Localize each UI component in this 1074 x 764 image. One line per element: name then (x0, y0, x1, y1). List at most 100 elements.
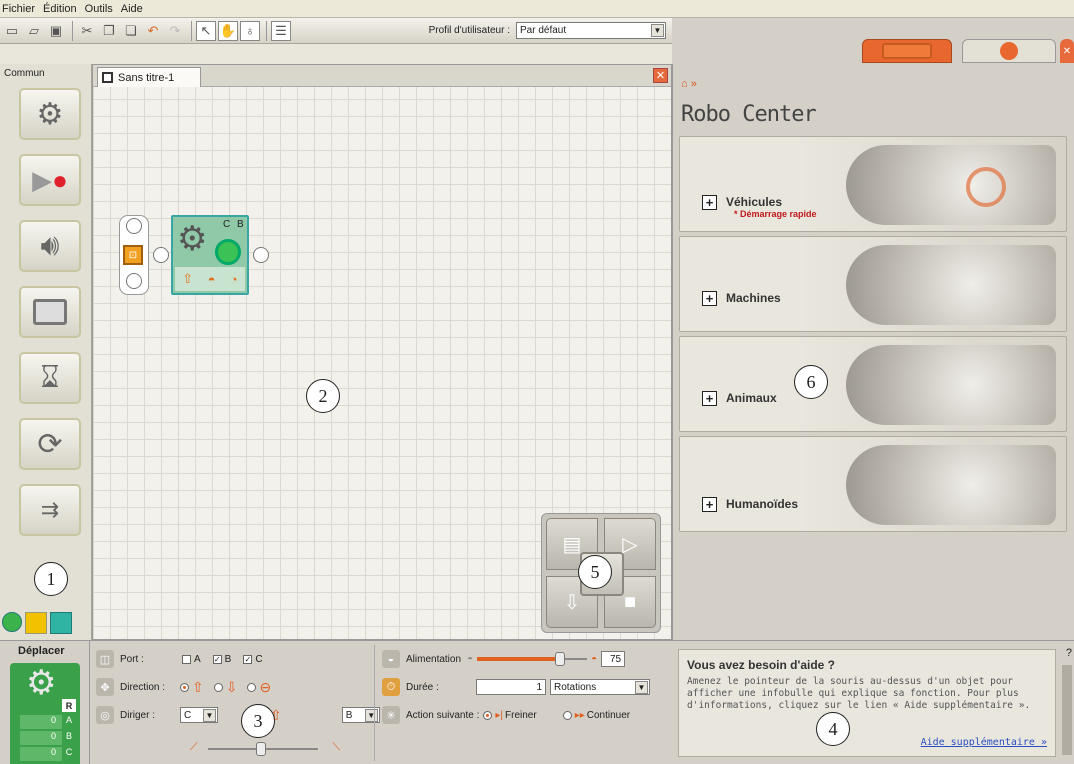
beam-ring-bottom (126, 273, 142, 289)
duration-unit-select[interactable]: Rotations ▼ (550, 679, 650, 695)
wait-block-button[interactable]: ⌛︎ (19, 352, 81, 404)
callout-4: 4 (816, 712, 850, 746)
quick-start-link[interactable]: * Démarrage rapide (734, 209, 817, 219)
power-high-icon: ◓ (591, 653, 598, 665)
chevron-down-icon[interactable]: ▼ (635, 681, 648, 694)
power-value-field[interactable]: 75 (601, 651, 626, 667)
menu-edition[interactable]: Édition (43, 3, 77, 15)
brake-radio[interactable] (483, 710, 493, 720)
robo-center-tab[interactable] (862, 39, 952, 63)
save-icon[interactable]: ▣ (46, 21, 66, 41)
complete-palette-tab[interactable] (25, 612, 47, 634)
paste-icon[interactable]: ❏ (121, 21, 141, 41)
display-block-button[interactable] (19, 286, 81, 338)
next-action-label: Action suivante : (406, 709, 480, 721)
close-program-button[interactable]: ✕ (653, 68, 668, 83)
steer-row: ◎ Diriger : C ▼ ⇧ B ▼ (96, 705, 380, 725)
open-folder-icon[interactable]: ▱ (24, 21, 44, 41)
chevron-down-icon[interactable]: ▼ (203, 709, 216, 722)
duration-label: Durée : (406, 681, 439, 693)
power-thumb[interactable] (554, 652, 565, 666)
port-c-checkbox[interactable]: ✓ (243, 654, 253, 664)
gears-icon: ⚙ (26, 664, 57, 702)
start-point-icon[interactable]: ⊡ (123, 245, 143, 265)
next-action-icon: ✳ (382, 706, 400, 724)
pointer-tool-icon[interactable]: ↖ (196, 20, 216, 41)
profile-label: Profil d'utilisateur : (428, 25, 510, 36)
chevron-down-icon[interactable]: ▼ (651, 24, 664, 37)
port-label: Port : (120, 653, 144, 665)
undo-icon[interactable]: ↶ (143, 21, 163, 41)
duration-icon: ⏱ (382, 678, 400, 696)
steer-slider[interactable]: ⟋ ⟍ (190, 741, 340, 757)
direction-up-icon: ⇧ (182, 271, 194, 286)
port-a-checkbox[interactable] (182, 654, 191, 664)
menu-outils[interactable]: Outils (85, 3, 113, 15)
profile-select[interactable]: Par défaut ▼ (516, 22, 666, 39)
beam-ring-top (126, 218, 142, 234)
cut-icon[interactable]: ✂ (77, 21, 97, 41)
menu-aide[interactable]: Aide (121, 3, 143, 15)
toolbar: ▭ ▱ ▣ ✂ ❐ ❏ ↶ ↷ ↖ ✋ ♁ ☰ Profil d'utilisa… (0, 18, 672, 44)
expand-plus-icon[interactable]: + (702, 391, 717, 406)
copy-icon[interactable]: ❐ (99, 21, 119, 41)
robo-card-animaux[interactable]: + Animaux (679, 336, 1067, 432)
robo-card-vehicules[interactable]: + Véhicules * Démarrage rapide (679, 136, 1067, 232)
common-palette-tab[interactable] (2, 612, 22, 632)
pan-tool-icon[interactable]: ✋ (218, 20, 238, 41)
sound-block-button[interactable]: 🔊︎ (19, 220, 81, 272)
more-help-link[interactable]: Aide supplémentaire » (921, 737, 1047, 748)
switch-block-button[interactable]: ⇉ (19, 484, 81, 536)
menu-fichier[interactable]: Fichier (2, 3, 35, 15)
expand-plus-icon[interactable]: + (702, 497, 717, 512)
robo-card-machines[interactable]: + Machines (679, 236, 1067, 332)
power-icon: ◓ (207, 271, 216, 287)
help-scrollbar[interactable] (1062, 665, 1072, 755)
my-block-icon[interactable]: ☰ (271, 20, 291, 41)
port-b-checkbox[interactable]: ✓ (212, 654, 222, 664)
reset-r-label: R (62, 699, 76, 712)
chevron-down-icon[interactable]: ▼ (364, 709, 378, 722)
my-portal-tab[interactable] (962, 39, 1056, 63)
duration-input[interactable]: 1 (476, 679, 546, 695)
direction-forward-radio[interactable] (180, 682, 189, 692)
steer-left-select[interactable]: C ▼ (180, 707, 218, 723)
block-palette: Commun ⚙ ▶● 🔊︎ ⌛︎ ⟳ ⇉ (0, 64, 92, 640)
machine-illustration (846, 245, 1056, 325)
loop-block-button[interactable]: ⟳ (19, 418, 81, 470)
port-a-row: 0 A (20, 715, 76, 729)
redo-icon[interactable]: ↷ (165, 21, 185, 41)
robo-center-title: Robo Center (681, 102, 817, 127)
expand-plus-icon[interactable]: + (702, 291, 717, 306)
power-slider[interactable] (477, 651, 588, 667)
coast-radio[interactable] (562, 710, 572, 720)
loop-icon: ⟳ (37, 427, 63, 461)
robo-card-humanoides[interactable]: + Humanoïdes (679, 436, 1067, 532)
comment-tool-icon[interactable]: ♁ (240, 20, 260, 41)
program-canvas[interactable]: Sans titre-1 ✕ ⊡ ⚙ C B ⇧ ◓ ◔ ▤ ▷ ⇩ ■ (92, 64, 672, 640)
move-block-button[interactable]: ⚙ (19, 88, 81, 140)
arrow-up-icon: ⇧ (192, 678, 204, 695)
robo-card-label: Animaux (726, 391, 777, 405)
direction-backward-radio[interactable] (213, 682, 223, 692)
close-panel-button[interactable]: ✕ (1060, 39, 1074, 63)
home-breadcrumb-icon[interactable]: ⌂ » (681, 78, 697, 90)
block-port-label: C B (223, 219, 246, 230)
brake-icon: ▸| (495, 709, 503, 721)
port-c-label: C (255, 653, 263, 665)
direction-stop-radio[interactable] (247, 682, 257, 692)
help-question-icon[interactable]: ? (1066, 647, 1072, 659)
palette-title: Commun (4, 68, 45, 79)
brake-label: Freiner (505, 709, 537, 721)
steer-right-icon: ⟍ (332, 741, 340, 753)
steer-thumb[interactable] (256, 742, 266, 756)
new-file-icon[interactable]: ▭ (2, 21, 22, 41)
palette-tabs (2, 612, 88, 634)
help-title: Vous avez besoin d'aide ? (687, 658, 836, 672)
record-play-block-button[interactable]: ▶● (19, 154, 81, 206)
custom-palette-tab[interactable] (50, 612, 72, 634)
move-block[interactable]: ⚙ C B ⇧ ◓ ◔ (171, 215, 249, 295)
expand-plus-icon[interactable]: + (702, 195, 717, 210)
program-tab[interactable]: Sans titre-1 (97, 67, 201, 87)
scorpion-illustration (846, 345, 1056, 425)
